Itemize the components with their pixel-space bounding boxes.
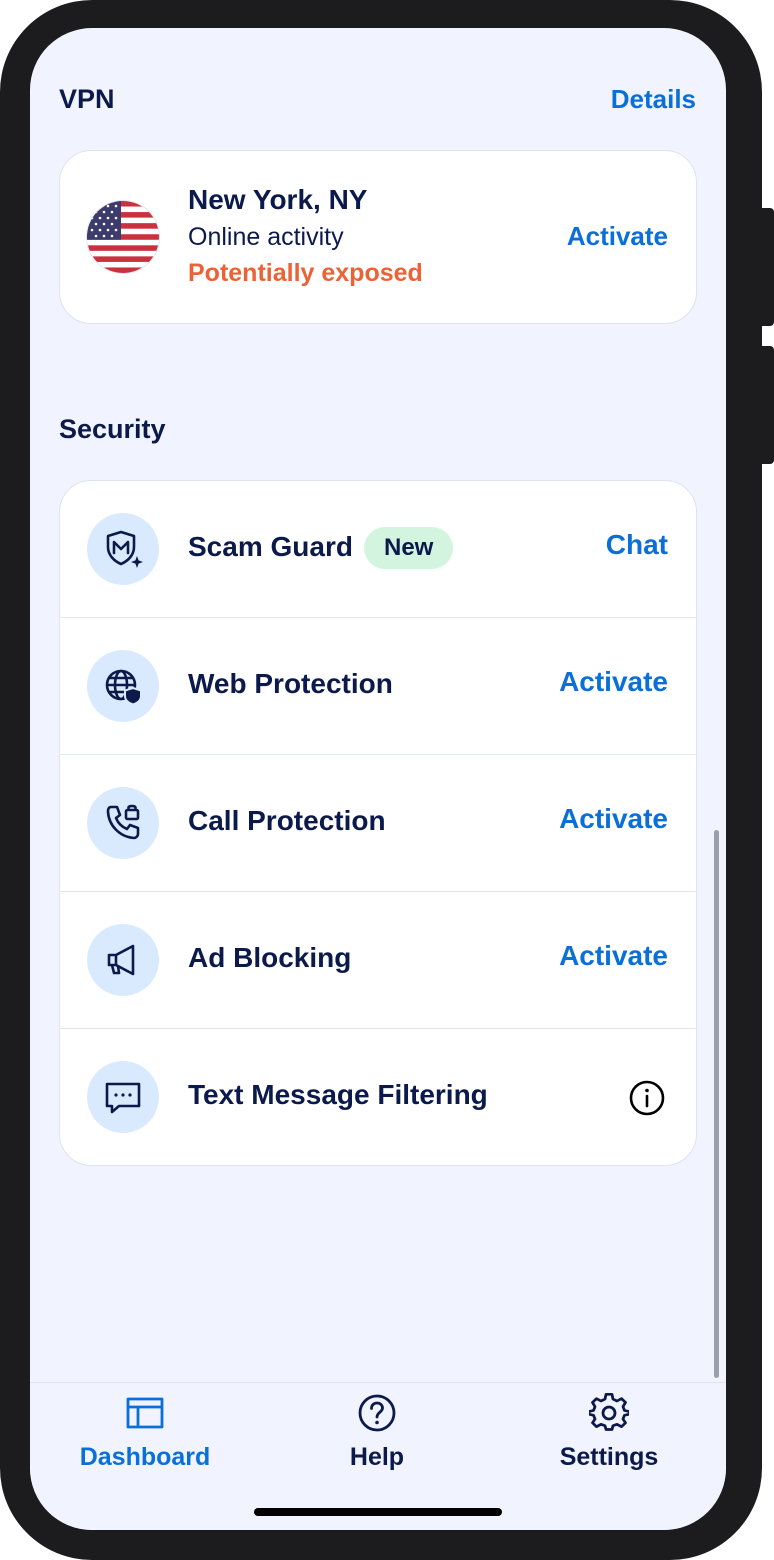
scam-guard-label: Scam Guard [188,531,353,562]
phone-lock-icon [87,787,159,859]
volume-up-button [758,208,774,326]
ad-blocking-activate-button[interactable]: Activate [559,940,668,972]
vpn-status: Potentially exposed [188,259,423,287]
security-row-ad-blocking[interactable]: Ad Blocking Activate [60,892,696,1029]
vpn-subtitle: Online activity [188,223,344,251]
globe-shield-icon [87,650,159,722]
shield-sparkle-icon [87,513,159,585]
ad-blocking-label: Ad Blocking [188,942,352,973]
home-indicator [254,1508,502,1516]
web-protection-activate-button[interactable]: Activate [559,666,668,698]
new-badge: New [364,527,454,569]
security-row-scam-guard[interactable]: Scam Guard New Chat [60,481,696,618]
security-row-call-protection[interactable]: Call Protection Activate [60,755,696,892]
megaphone-icon [87,924,159,996]
web-protection-label: Web Protection [188,668,393,699]
call-protection-activate-button[interactable]: Activate [559,803,668,835]
vpn-activate-button[interactable]: Activate [567,221,668,252]
info-icon[interactable] [628,1079,666,1117]
text-message-filtering-label: Text Message Filtering [188,1079,488,1110]
security-section-title: Security [59,414,166,444]
vpn-details-link[interactable]: Details [611,84,696,115]
volume-down-button [758,346,774,464]
nav-dashboard[interactable]: Dashboard [45,1393,245,1472]
vpn-location: New York, NY [188,184,368,215]
us-flag-icon [87,201,159,273]
security-card: Scam Guard New Chat Web Protection Activ… [59,480,697,1166]
scam-guard-chat-button[interactable]: Chat [606,529,668,561]
gear-icon [587,1393,631,1433]
nav-settings[interactable]: Settings [509,1393,709,1472]
help-icon [357,1393,397,1433]
dashboard-icon [125,1393,165,1433]
call-protection-label: Call Protection [188,805,386,836]
message-icon [87,1061,159,1133]
nav-dashboard-label: Dashboard [79,1443,211,1471]
security-row-web-protection[interactable]: Web Protection Activate [60,618,696,755]
nav-settings-label: Settings [559,1443,659,1471]
nav-help-label: Help [349,1443,405,1471]
vpn-section-title: VPN [59,84,115,114]
security-row-text-message-filtering[interactable]: Text Message Filtering [60,1029,696,1165]
scrollbar[interactable] [714,830,719,1378]
nav-help[interactable]: Help [277,1393,477,1472]
app-screen: VPN Details New York, NY Online activity… [30,28,726,1530]
vpn-card[interactable]: New York, NY Online activity Potentially… [59,150,697,324]
